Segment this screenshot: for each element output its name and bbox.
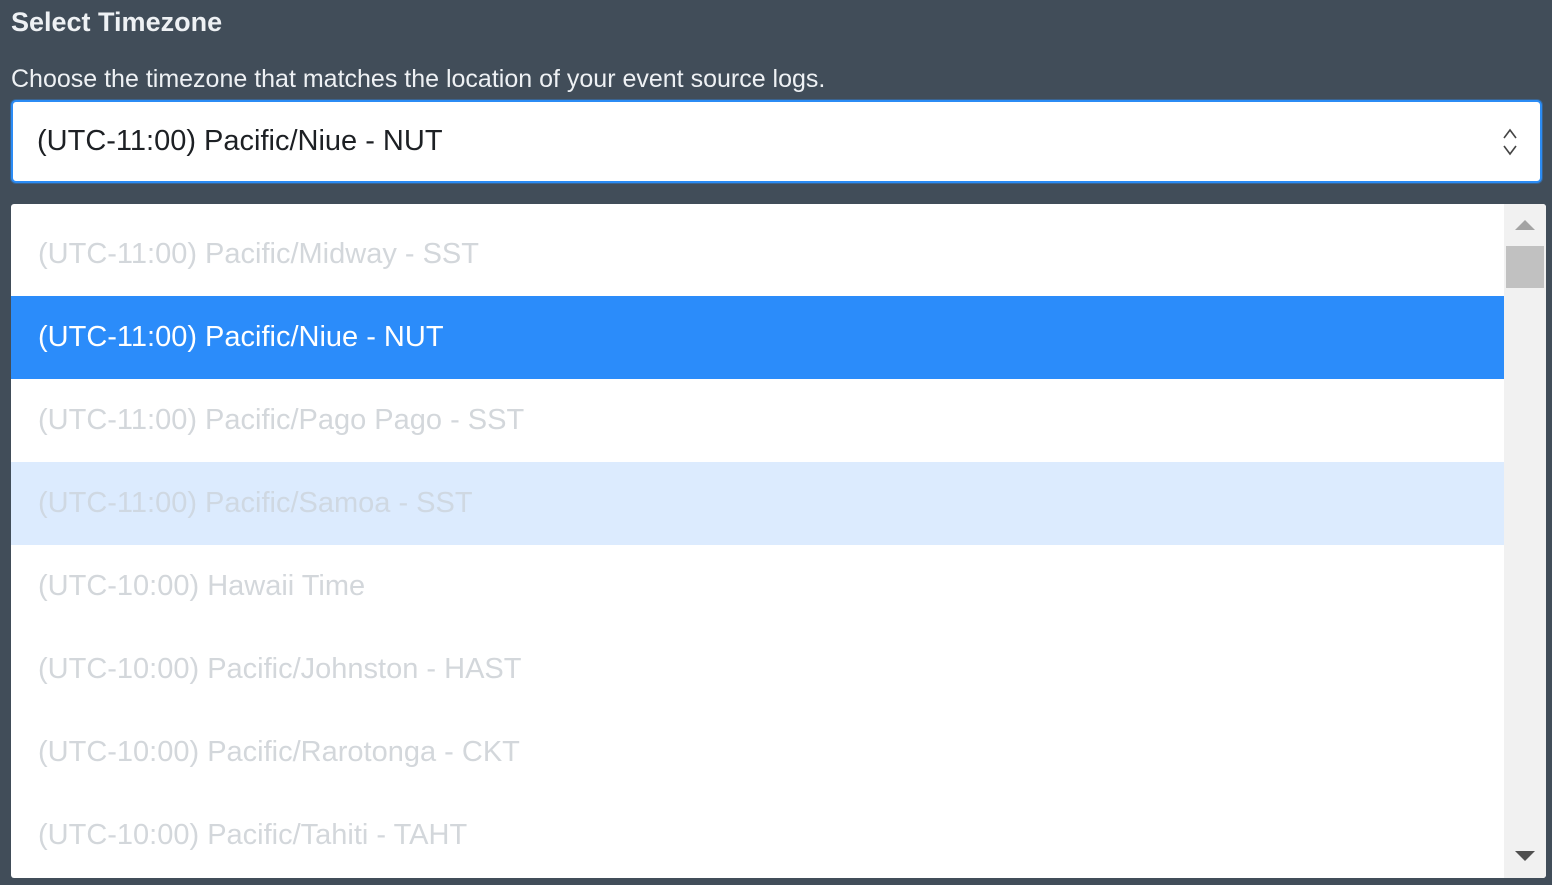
page-title: Select Timezone (11, 7, 223, 37)
timezone-option[interactable]: (UTC-10:00) Pacific/Tahiti - TAHT (11, 794, 1504, 877)
timezone-select-value: (UTC-11:00) Pacific/Niue - NUT (37, 125, 443, 157)
timezone-dropdown-list: (UTC-11:00) Pacific/Midway - SST (UTC-11… (11, 204, 1546, 878)
timezone-option[interactable]: (UTC-11:00) Pacific/Niue - NUT (11, 296, 1504, 379)
timezone-option[interactable]: (UTC-11:00) Pacific/Pago Pago - SST (11, 379, 1504, 462)
timezone-option[interactable]: (UTC-10:00) Pacific/Johnston - HAST (11, 628, 1504, 711)
timezone-option[interactable]: (UTC-10:00) Pacific/Rarotonga - CKT (11, 711, 1504, 794)
scroll-thumb[interactable] (1506, 246, 1544, 288)
timezone-panel: Select Timezone Choose the timezone that… (0, 0, 1552, 885)
timezone-options: (UTC-11:00) Pacific/Midway - SST (UTC-11… (11, 213, 1504, 877)
timezone-option[interactable]: (UTC-11:00) Pacific/Midway - SST (11, 213, 1504, 296)
dropdown-scrollbar[interactable] (1504, 204, 1546, 878)
scroll-up-arrow-icon[interactable] (1515, 220, 1535, 230)
up-down-chevron-icon (1502, 126, 1518, 158)
timezone-option[interactable]: (UTC-10:00) Hawaii Time (11, 545, 1504, 628)
timezone-option[interactable]: (UTC-11:00) Pacific/Samoa - SST (11, 462, 1504, 545)
page-description: Choose the timezone that matches the loc… (11, 65, 826, 93)
scroll-down-arrow-icon[interactable] (1515, 851, 1535, 861)
timezone-select[interactable]: (UTC-11:00) Pacific/Niue - NUT (11, 100, 1542, 183)
